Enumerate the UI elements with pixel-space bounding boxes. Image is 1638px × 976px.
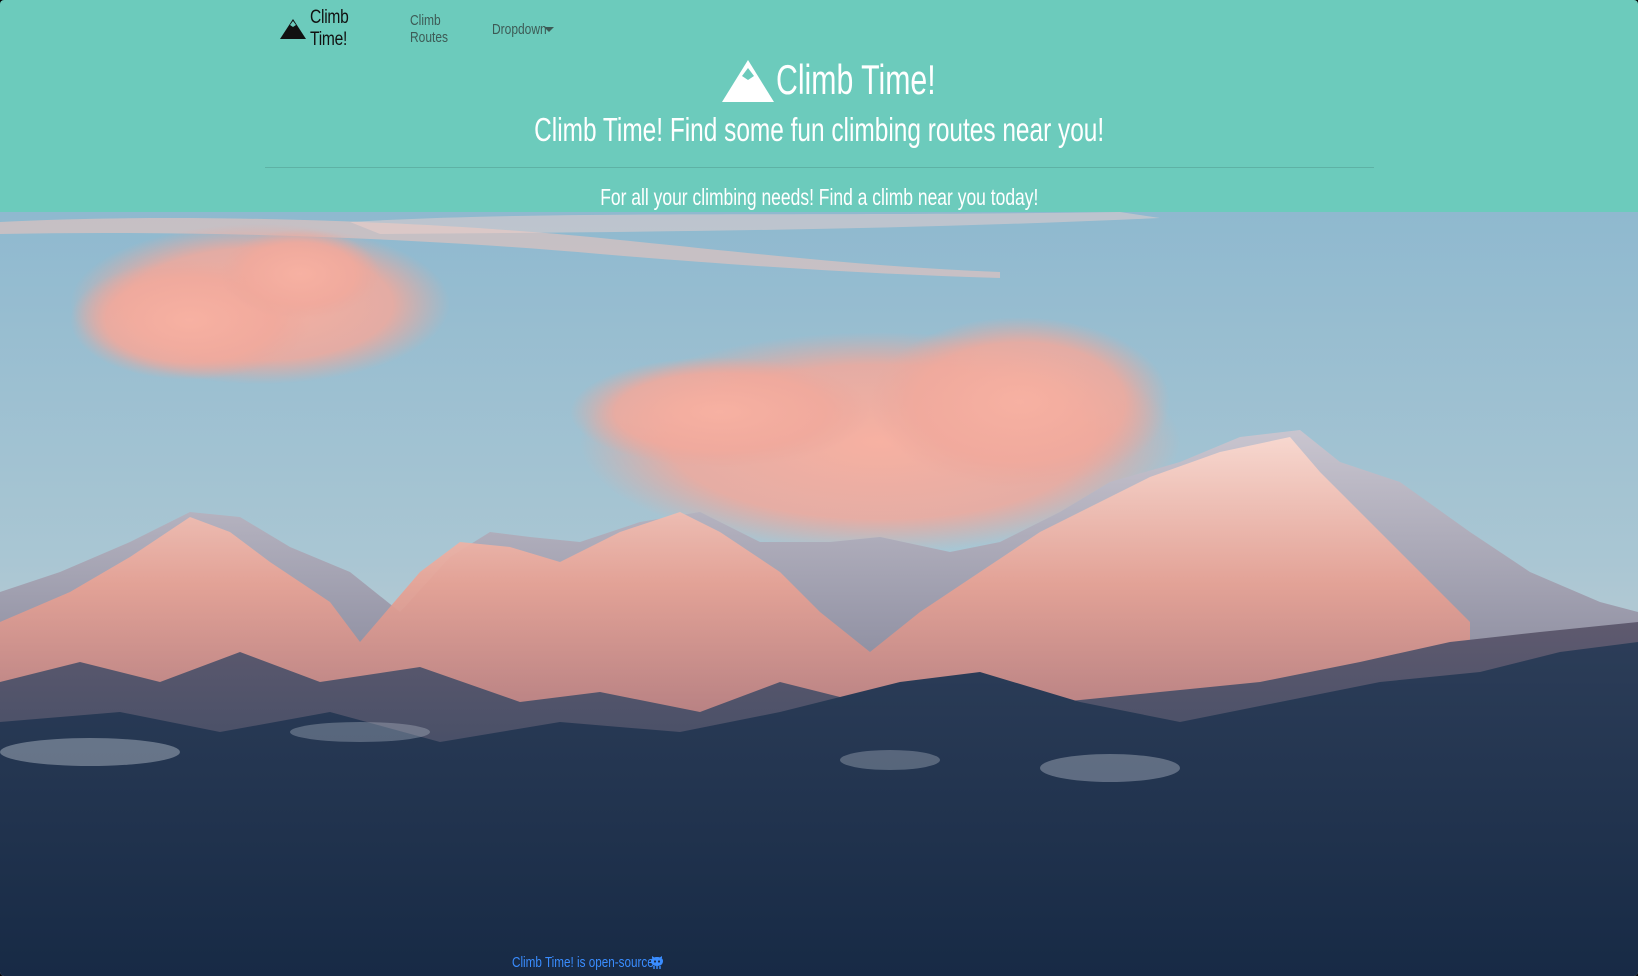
hero-subtitle-text: Climb Time! Find some fun climbing route… <box>533 111 1105 148</box>
hero-title: Climb Time! <box>0 54 1638 106</box>
hero-tagline: For all your climbing needs! Find a clim… <box>0 182 1638 212</box>
navbar: Climb Time! Climb Routes Dropdown <box>280 7 554 50</box>
divider <box>265 167 1374 168</box>
navbar-brand[interactable]: Climb Time! <box>280 7 392 51</box>
nav-link-climb-routes[interactable]: Climb Routes <box>410 12 466 46</box>
mountain-icon <box>722 60 774 102</box>
page: Climb Time! Climb Routes Dropdown Climb … <box>0 0 1638 976</box>
open-source-link-label: Climb Time! is open-source <box>512 954 654 971</box>
hero-background-image <box>0 212 1638 976</box>
hero-tagline-text: For all your climbing needs! Find a clim… <box>599 184 1039 210</box>
brand-label: Climb Time! <box>310 7 349 50</box>
mountain-icon <box>280 19 306 39</box>
nav-dropdown-label: Dropdown <box>492 20 547 38</box>
nav-dropdown-toggle[interactable]: Dropdown <box>492 21 554 38</box>
hero-header: Climb Time! Climb Routes Dropdown Climb … <box>0 0 1638 212</box>
page-title: Climb Time! <box>776 56 936 103</box>
hero-subtitle: Climb Time! Find some fun climbing route… <box>0 108 1638 152</box>
open-source-link[interactable]: Climb Time! is open-source <box>512 954 665 971</box>
